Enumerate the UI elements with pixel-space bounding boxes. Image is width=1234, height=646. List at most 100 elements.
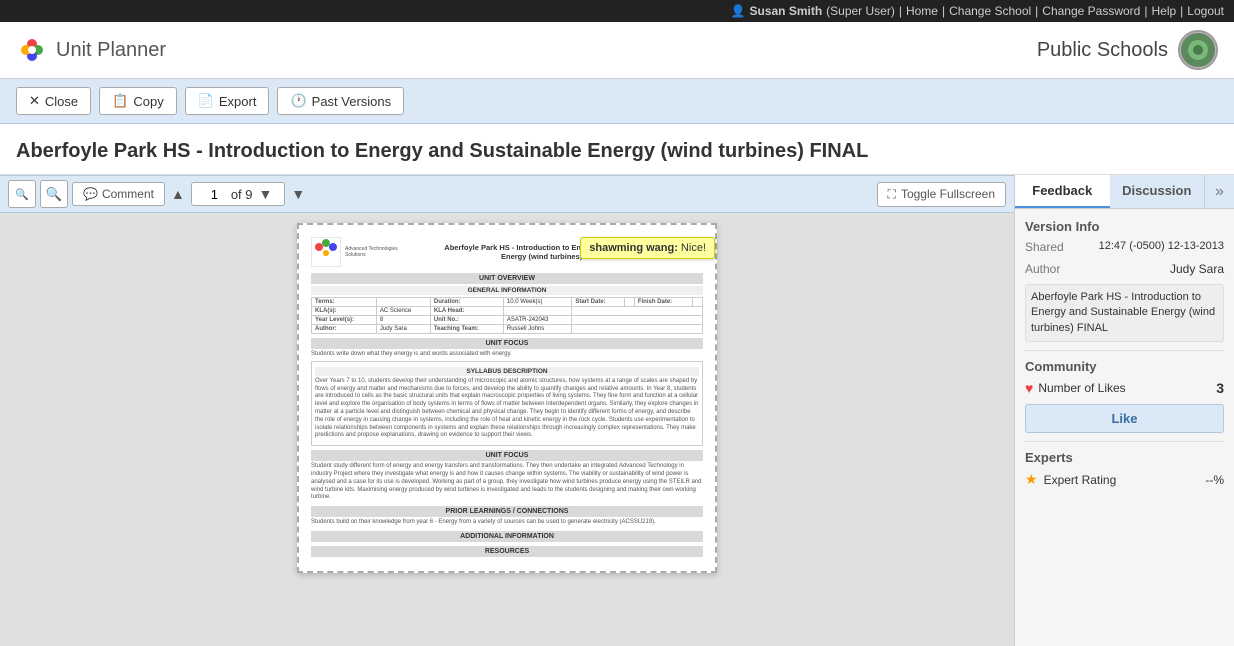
doc-org-logo	[311, 237, 341, 267]
experts-title: Experts	[1025, 450, 1224, 465]
duration-value: 10.0 Week(s)	[503, 298, 571, 307]
user-icon: 👤	[731, 4, 746, 18]
annotation-bubble: shawming wang: Nice!	[580, 237, 715, 259]
app-header: Unit Planner Public Schools	[0, 22, 1234, 79]
copy-icon: 📋	[112, 93, 128, 109]
zoom-in-button[interactable]: 🔍	[40, 180, 68, 208]
tab-discussion[interactable]: Discussion	[1110, 175, 1205, 208]
page-title-area: Aberfoyle Park HS - Introduction to Ener…	[0, 124, 1234, 175]
duration-label: Duration:	[430, 298, 503, 307]
likes-row: ♥ Number of Likes 3	[1025, 380, 1224, 396]
past-versions-label: Past Versions	[312, 94, 392, 109]
nav-help[interactable]: Help	[1151, 4, 1176, 18]
nav-change-password[interactable]: Change Password	[1042, 4, 1140, 18]
right-panel: Feedback Discussion » Version Info Share…	[1014, 175, 1234, 646]
viewer-toolbar: 🔍 🔍 💬 Comment ▲ of 9 ▼ ▼ ⛶ Toggle Fullsc…	[0, 175, 1014, 213]
like-btn-label: Like	[1111, 411, 1137, 426]
past-versions-button[interactable]: 🕐 Past Versions	[277, 87, 404, 115]
export-button[interactable]: 📄 Export	[185, 87, 270, 115]
school-name: Public Schools	[1037, 39, 1168, 62]
top-navigation: 👤 Susan Smith (Super User) | Home | Chan…	[0, 0, 1234, 22]
page-prev-button[interactable]: ▲	[169, 186, 187, 202]
close-icon: ✕	[29, 93, 40, 109]
doc-syllabus-header: SYLLABUS DESCRIPTION	[315, 367, 699, 376]
document-toolbar: ✕ Close 📋 Copy 📄 Export 🕐 Past Versions	[0, 79, 1234, 124]
unit-no-label: Unit No.:	[430, 316, 503, 325]
doc-syllabus-box: SYLLABUS DESCRIPTION Over Years 7 to 10,…	[311, 361, 703, 446]
doc-syllabus-text: Over Years 7 to 10, students develop the…	[315, 378, 699, 440]
document-area[interactable]: Advanced TechnologiesSolutions Aberfoyle…	[0, 213, 1014, 646]
expert-rating-row: ★ Expert Rating --%	[1025, 471, 1224, 488]
author-value: Judy Sara	[376, 325, 430, 334]
year-level-label: Year Level(s):	[312, 316, 377, 325]
school-logo	[1178, 30, 1218, 70]
annotation-text: Nice!	[678, 242, 706, 254]
author-label-right: Author	[1025, 262, 1060, 276]
nav-change-school[interactable]: Change School	[949, 4, 1031, 18]
school-area: Public Schools	[1037, 30, 1218, 70]
star-icon: ★	[1025, 471, 1038, 488]
doc-unit-focus-header: UNIT FOCUS	[311, 338, 703, 349]
annotation-author: shawming wang:	[589, 242, 678, 254]
unit-no-value: ASATR-242043	[503, 316, 571, 325]
nav-logout[interactable]: Logout	[1187, 4, 1224, 18]
community-section: Community ♥ Number of Likes 3 Like	[1025, 359, 1224, 433]
doc-unit-overview-header: UNIT OVERVIEW	[311, 273, 703, 284]
close-button[interactable]: ✕ Close	[16, 87, 91, 115]
doc-info-table: Terms: Duration: 10.0 Week(s) Start Date…	[311, 297, 703, 334]
export-label: Export	[219, 94, 257, 109]
nav-home[interactable]: Home	[906, 4, 938, 18]
kla-label: KLA(s):	[312, 307, 377, 316]
teaching-team-label: Teaching Team:	[430, 325, 503, 334]
author-label: Author:	[312, 325, 377, 334]
app-title: Unit Planner	[56, 39, 166, 62]
nav-separator: |	[1035, 4, 1038, 18]
export-icon: 📄	[198, 93, 214, 109]
tabs-next-button[interactable]: »	[1204, 175, 1234, 208]
zoom-in-icon: 🔍	[46, 186, 62, 202]
start-date-label: Start Date:	[572, 298, 625, 307]
like-button[interactable]: Like	[1025, 404, 1224, 433]
terms-value	[376, 298, 430, 307]
likes-count: 3	[1216, 380, 1224, 396]
fullscreen-button[interactable]: ⛶ Toggle Fullscreen	[877, 182, 1006, 207]
nav-separator: |	[899, 4, 902, 18]
expert-rating-value: --%	[1205, 473, 1224, 487]
zoom-out-button[interactable]: 🔍	[8, 180, 36, 208]
right-tabs: Feedback Discussion »	[1015, 175, 1234, 209]
doc-org-name: Advanced TechnologiesSolutions	[345, 246, 398, 258]
doc-unit-focus2-text: Student study different form of energy a…	[311, 463, 703, 502]
nav-separator: |	[1180, 4, 1183, 18]
author-name-right: Judy Sara	[1170, 262, 1224, 276]
page-next-button[interactable]: ▼	[289, 186, 307, 202]
comment-icon: 💬	[83, 187, 98, 201]
close-label: Close	[45, 94, 78, 109]
year-level-value: 8	[376, 316, 430, 325]
tab-feedback[interactable]: Feedback	[1015, 175, 1110, 208]
start-date-value	[624, 298, 634, 307]
doc-logo-area: Advanced TechnologiesSolutions	[311, 237, 398, 267]
comment-button[interactable]: 💬 Comment	[72, 182, 165, 206]
right-panel-content: Version Info Shared 12:47 (-0500) 12-13-…	[1015, 209, 1234, 646]
doc-prior-learnings-text: Students build on their knowledge from y…	[311, 519, 703, 527]
fullscreen-label: Toggle Fullscreen	[901, 187, 995, 201]
doc-prior-learnings-header: PRIOR LEARNINGS / CONNECTIONS	[311, 506, 703, 517]
user-role: (Super User)	[826, 4, 895, 18]
expert-rating-label: Expert Rating	[1044, 473, 1117, 487]
page-dropdown-button[interactable]: ▼	[257, 186, 275, 202]
nav-separator: |	[1144, 4, 1147, 18]
copy-button[interactable]: 📋 Copy	[99, 87, 177, 115]
doc-unit-focus2-header: UNIT FOCUS	[311, 450, 703, 461]
kla-head-value	[503, 307, 571, 316]
page-title: Aberfoyle Park HS - Introduction to Ener…	[16, 138, 1218, 164]
experts-section: Experts ★ Expert Rating --%	[1025, 450, 1224, 488]
version-info-title: Version Info	[1025, 219, 1224, 234]
fullscreen-icon: ⛶	[888, 187, 896, 202]
page-number-input[interactable]	[202, 187, 227, 202]
nav-separator: |	[942, 4, 945, 18]
history-icon: 🕐	[290, 93, 306, 109]
kla-head-label: KLA Head:	[430, 307, 503, 316]
page-total: of 9	[231, 187, 253, 202]
divider-1	[1025, 350, 1224, 351]
shared-row: Shared 12:47 (-0500) 12-13-2013	[1025, 240, 1224, 254]
